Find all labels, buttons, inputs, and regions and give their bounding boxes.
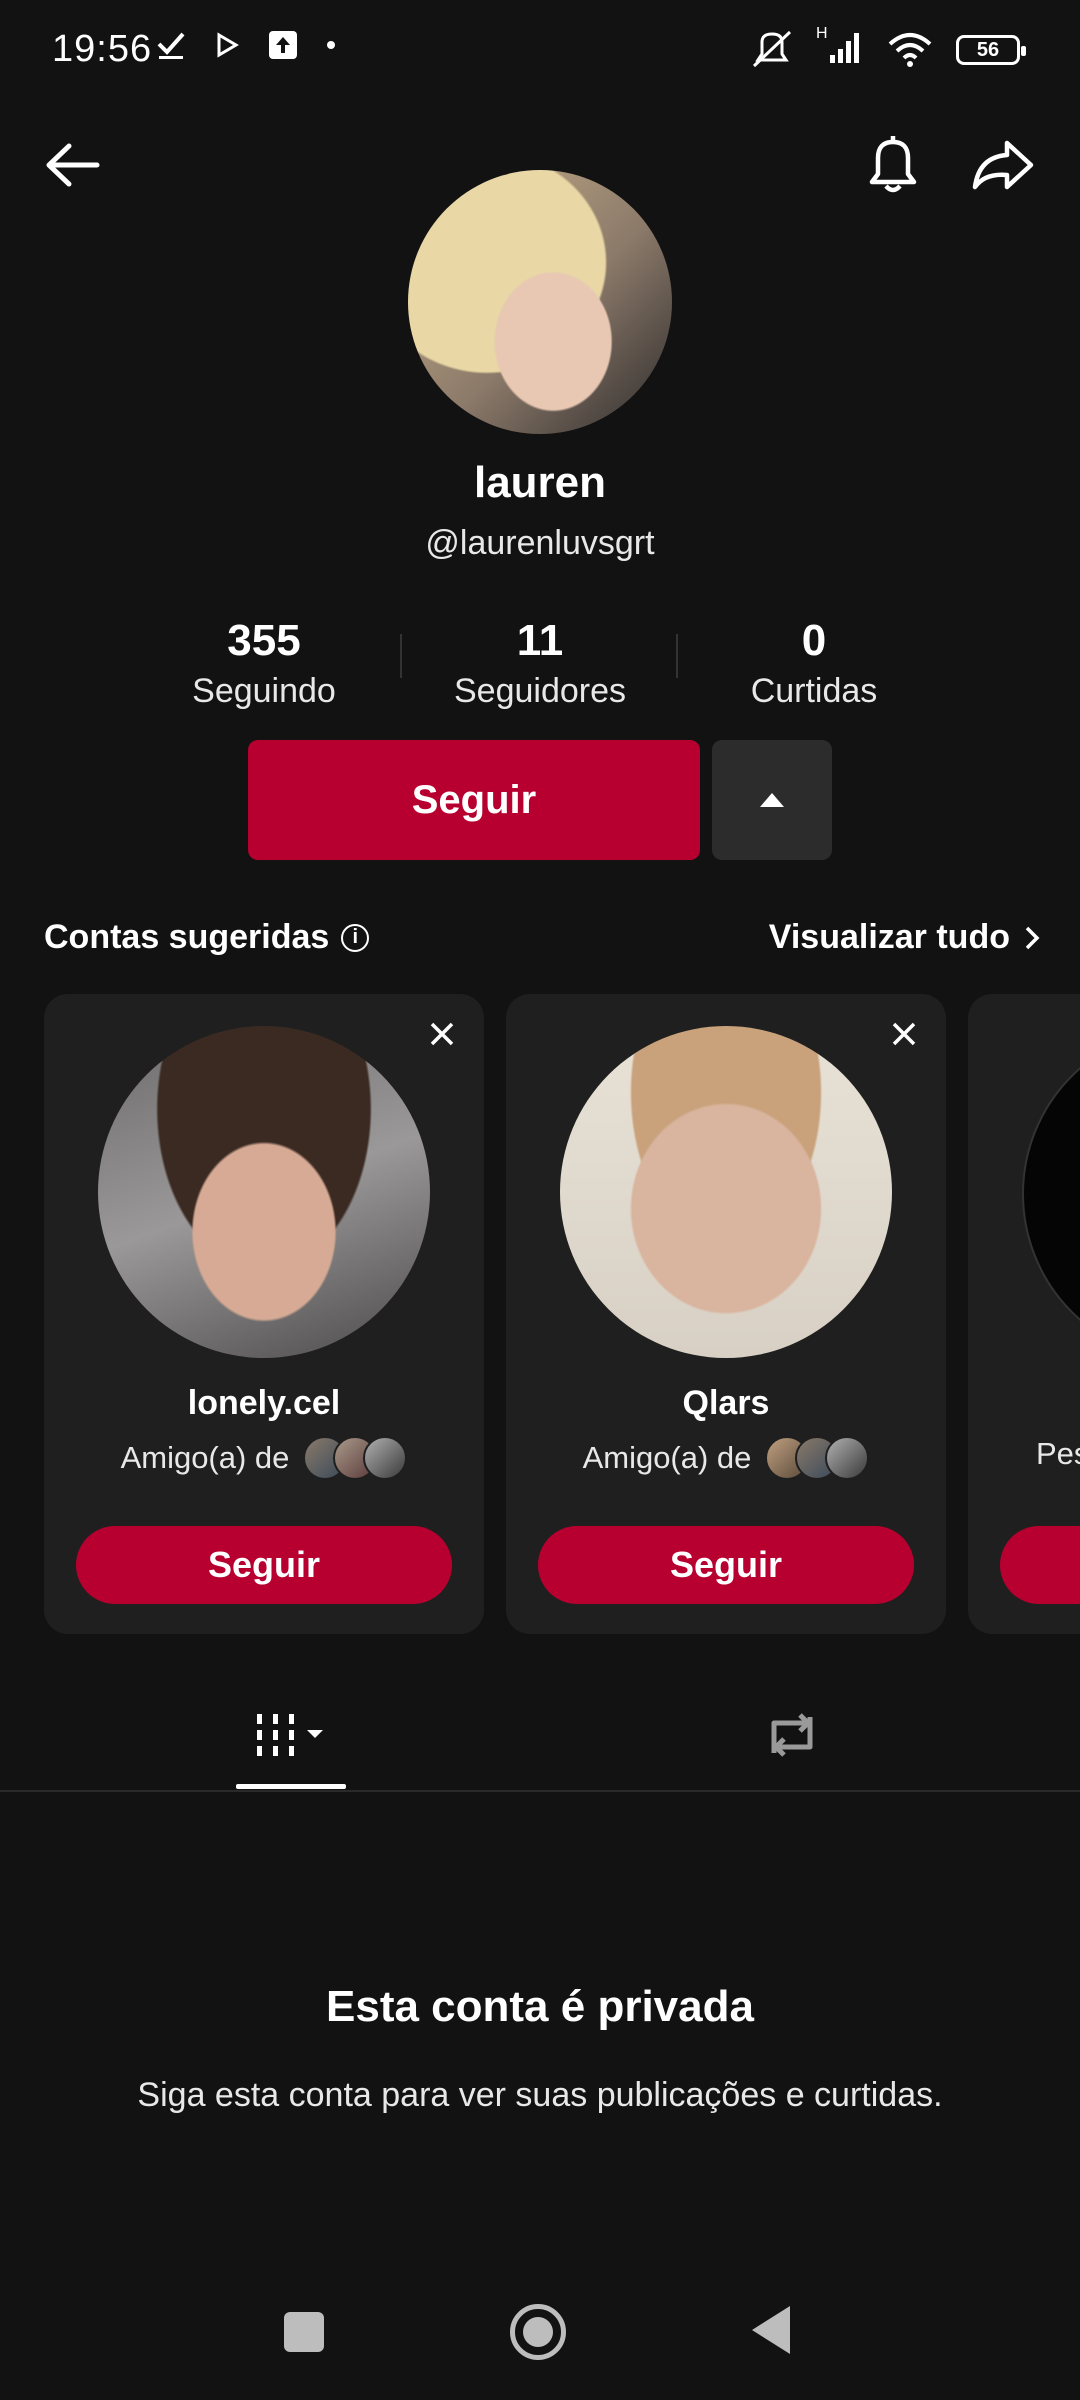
suggested-follow-button[interactable] [1000,1526,1080,1604]
stat-following[interactable]: 355 Seguindo [144,616,384,711]
share-icon [972,140,1034,190]
suggested-name: Qlars [682,1384,770,1422]
stat-likes-value: 0 [801,616,827,665]
mutual-label: Amigo(a) de [582,1440,752,1475]
stat-followers[interactable]: 11 Seguidores [420,616,660,711]
upload-icon [269,31,297,59]
suggested-follow-button[interactable]: Seguir [538,1526,914,1604]
suggested-accounts-header: Contas sugeridas i [44,918,370,957]
share-button[interactable] [968,130,1038,200]
battery-icon: 56 [956,35,1026,65]
signal-icon: H [816,25,864,70]
private-account-title: Esta conta é privada [326,1982,754,2031]
dot-icon [327,41,335,49]
mutual-avatars [303,1436,408,1480]
grid-icon [257,1714,323,1756]
recent-apps-button[interactable] [284,2312,324,2352]
status-system-icons: H 56 [750,25,1026,70]
bell-icon [869,136,917,193]
repost-icon [771,1713,813,1757]
suggested-avatar[interactable] [98,1026,430,1358]
stat-likes-label: Curtidas [750,672,878,710]
stat-divider [400,634,402,678]
suggested-follow-button[interactable]: Seguir [76,1526,452,1604]
tab-reposts[interactable] [752,1700,832,1770]
status-notification-icons [156,30,336,60]
stat-following-label: Seguindo [192,672,336,710]
view-all-label: Visualizar tudo [768,918,1010,956]
caret-up-icon [760,793,784,807]
stat-divider [676,634,678,678]
suggested-card[interactable]: lonely.cel Amigo(a) de Seguir [44,994,484,1634]
profile-handle: @laurenluvsgrt [425,524,655,562]
suggestions-toggle-button[interactable] [712,740,832,860]
suggested-avatar[interactable] [1022,1026,1080,1362]
active-tab-indicator [236,1784,346,1789]
content-tab-bar [0,1680,1080,1792]
home-button[interactable] [510,2304,566,2360]
suggested-card[interactable]: Qlars Amigo(a) de Seguir [506,994,946,1634]
notification-bell-button[interactable] [858,130,928,200]
check-download-icon [157,32,185,59]
mutual-label: Amigo(a) de [120,1440,290,1475]
close-icon [892,1022,916,1046]
suggested-card[interactable]: Pes [968,994,1080,1634]
arrow-left-icon [46,143,100,187]
suggested-name: lonely.cel [187,1384,341,1422]
mute-icon [752,30,792,68]
follow-button[interactable]: Seguir [248,740,700,860]
signal-label: H [816,24,828,42]
view-all-link[interactable]: Visualizar tudo [769,918,1040,957]
mutual-avatar [825,1436,870,1480]
private-account-text: Siga esta conta para ver suas publicaçõe… [137,2076,943,2114]
home-icon [523,2317,553,2347]
stat-followers-label: Seguidores [453,672,626,710]
stat-followers-value: 11 [516,616,564,665]
suggested-avatar[interactable] [560,1026,892,1358]
suggested-mutual: Pes [1036,1436,1080,1471]
back-button[interactable] [36,130,106,200]
suggested-mutual: Amigo(a) de [44,1436,484,1480]
dismiss-button[interactable] [884,1014,924,1054]
status-time: 19:56 [52,28,153,70]
stat-following-value: 355 [227,616,301,665]
tab-videos[interactable] [236,1700,346,1770]
mutual-avatars [765,1436,870,1480]
system-back-button[interactable] [752,2306,790,2354]
play-store-icon [217,32,239,58]
wifi-icon [888,33,932,67]
chevron-right-icon [1025,926,1040,949]
profile-avatar[interactable] [408,170,672,434]
info-icon[interactable]: i [341,923,370,952]
stat-likes[interactable]: 0 Curtidas [694,616,934,711]
mutual-avatar [363,1436,408,1480]
profile-name: lauren [473,458,607,507]
suggested-mutual: Amigo(a) de [506,1436,946,1480]
dismiss-button[interactable] [422,1014,462,1054]
suggested-card-clip: Pes [968,994,1080,1634]
close-icon [430,1022,454,1046]
suggested-accounts-title: Contas sugeridas [44,918,330,956]
